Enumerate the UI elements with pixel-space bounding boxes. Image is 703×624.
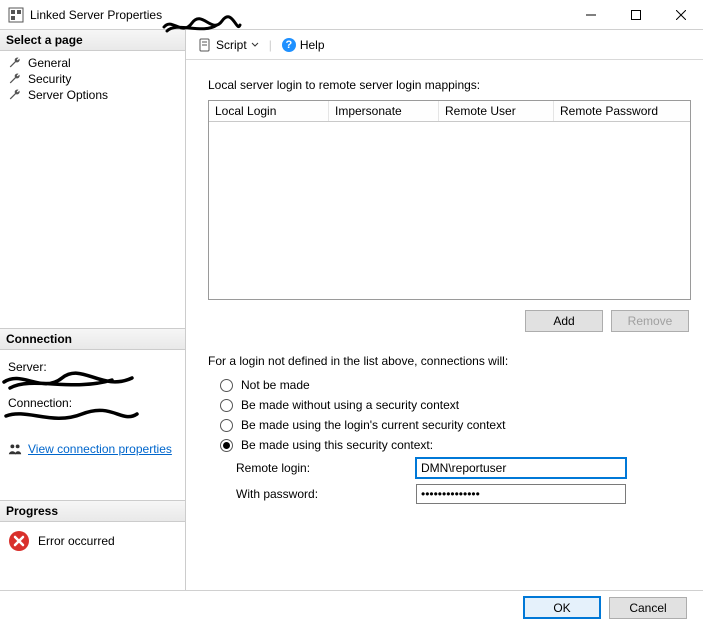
page-item-general[interactable]: General (0, 55, 185, 71)
connection-value-redacted (8, 410, 177, 428)
radio-icon (220, 439, 233, 452)
radio-label: Be made using the login's current securi… (241, 418, 505, 432)
remove-button: Remove (611, 310, 689, 332)
col-local-login[interactable]: Local Login (209, 101, 329, 121)
ok-button[interactable]: OK (523, 596, 601, 619)
help-button[interactable]: ? Help (278, 36, 329, 54)
options-intro: For a login not defined in the list abov… (208, 354, 691, 368)
chevron-down-icon (251, 41, 259, 49)
app-icon (8, 7, 24, 23)
with-password-input[interactable] (416, 484, 626, 504)
script-icon (198, 38, 212, 52)
window-title: Linked Server Properties (30, 8, 162, 22)
progress-status-text: Error occurred (38, 534, 115, 548)
wrench-icon (8, 88, 22, 102)
col-impersonate[interactable]: Impersonate (329, 101, 439, 121)
page-label: General (28, 56, 71, 70)
radio-label: Be made using this security context: (241, 438, 433, 452)
page-list: General Security Server Options (0, 51, 185, 113)
view-connection-properties-link[interactable]: View connection properties (28, 442, 172, 456)
progress-header: Progress (0, 500, 185, 522)
radio-current-security-context[interactable]: Be made using the login's current securi… (220, 418, 691, 432)
toolbar-separator: | (269, 38, 272, 52)
properties-icon (8, 442, 22, 456)
page-item-server-options[interactable]: Server Options (0, 87, 185, 103)
radio-not-made[interactable]: Not be made (220, 378, 691, 392)
radio-this-security-context[interactable]: Be made using this security context: (220, 438, 691, 452)
server-value-redacted (8, 374, 177, 392)
page-item-security[interactable]: Security (0, 71, 185, 87)
help-icon: ? (282, 38, 296, 52)
add-button[interactable]: Add (525, 310, 603, 332)
mappings-grid[interactable]: Local Login Impersonate Remote User Remo… (208, 100, 691, 300)
dialog-footer: OK Cancel (0, 590, 703, 624)
close-button[interactable] (658, 0, 703, 29)
minimize-button[interactable] (568, 0, 613, 29)
main-panel: Script | ? Help Local server login to re… (186, 30, 703, 590)
wrench-icon (8, 72, 22, 86)
grid-header-row: Local Login Impersonate Remote User Remo… (209, 101, 690, 122)
title-bar: Linked Server Properties (0, 0, 703, 30)
select-page-header: Select a page (0, 30, 185, 51)
connection-mode-group: Not be made Be made without using a secu… (208, 378, 691, 452)
cancel-button[interactable]: Cancel (609, 597, 687, 619)
radio-icon (220, 379, 233, 392)
connection-header: Connection (0, 328, 185, 350)
connection-panel: Server: Connection: View connection prop… (0, 350, 185, 500)
radio-label: Not be made (241, 378, 310, 392)
radio-label: Be made without using a security context (241, 398, 459, 412)
radio-no-security-context[interactable]: Be made without using a security context (220, 398, 691, 412)
maximize-button[interactable] (613, 0, 658, 29)
with-password-label: With password: (236, 487, 416, 501)
remote-login-input[interactable] (416, 458, 626, 478)
remote-login-label: Remote login: (236, 461, 416, 475)
window-controls (568, 0, 703, 29)
mappings-intro: Local server login to remote server logi… (208, 78, 691, 92)
page-label: Security (28, 72, 71, 86)
radio-icon (220, 399, 233, 412)
col-remote-password[interactable]: Remote Password (554, 101, 690, 121)
wrench-icon (8, 56, 22, 70)
radio-icon (220, 419, 233, 432)
toolbar: Script | ? Help (186, 30, 703, 60)
page-label: Server Options (28, 88, 108, 102)
col-remote-user[interactable]: Remote User (439, 101, 554, 121)
sidebar: Select a page General Security Server Op… (0, 30, 186, 590)
help-label: Help (300, 38, 325, 52)
error-icon (8, 530, 30, 552)
progress-panel: Error occurred (0, 522, 185, 560)
script-label: Script (216, 38, 247, 52)
